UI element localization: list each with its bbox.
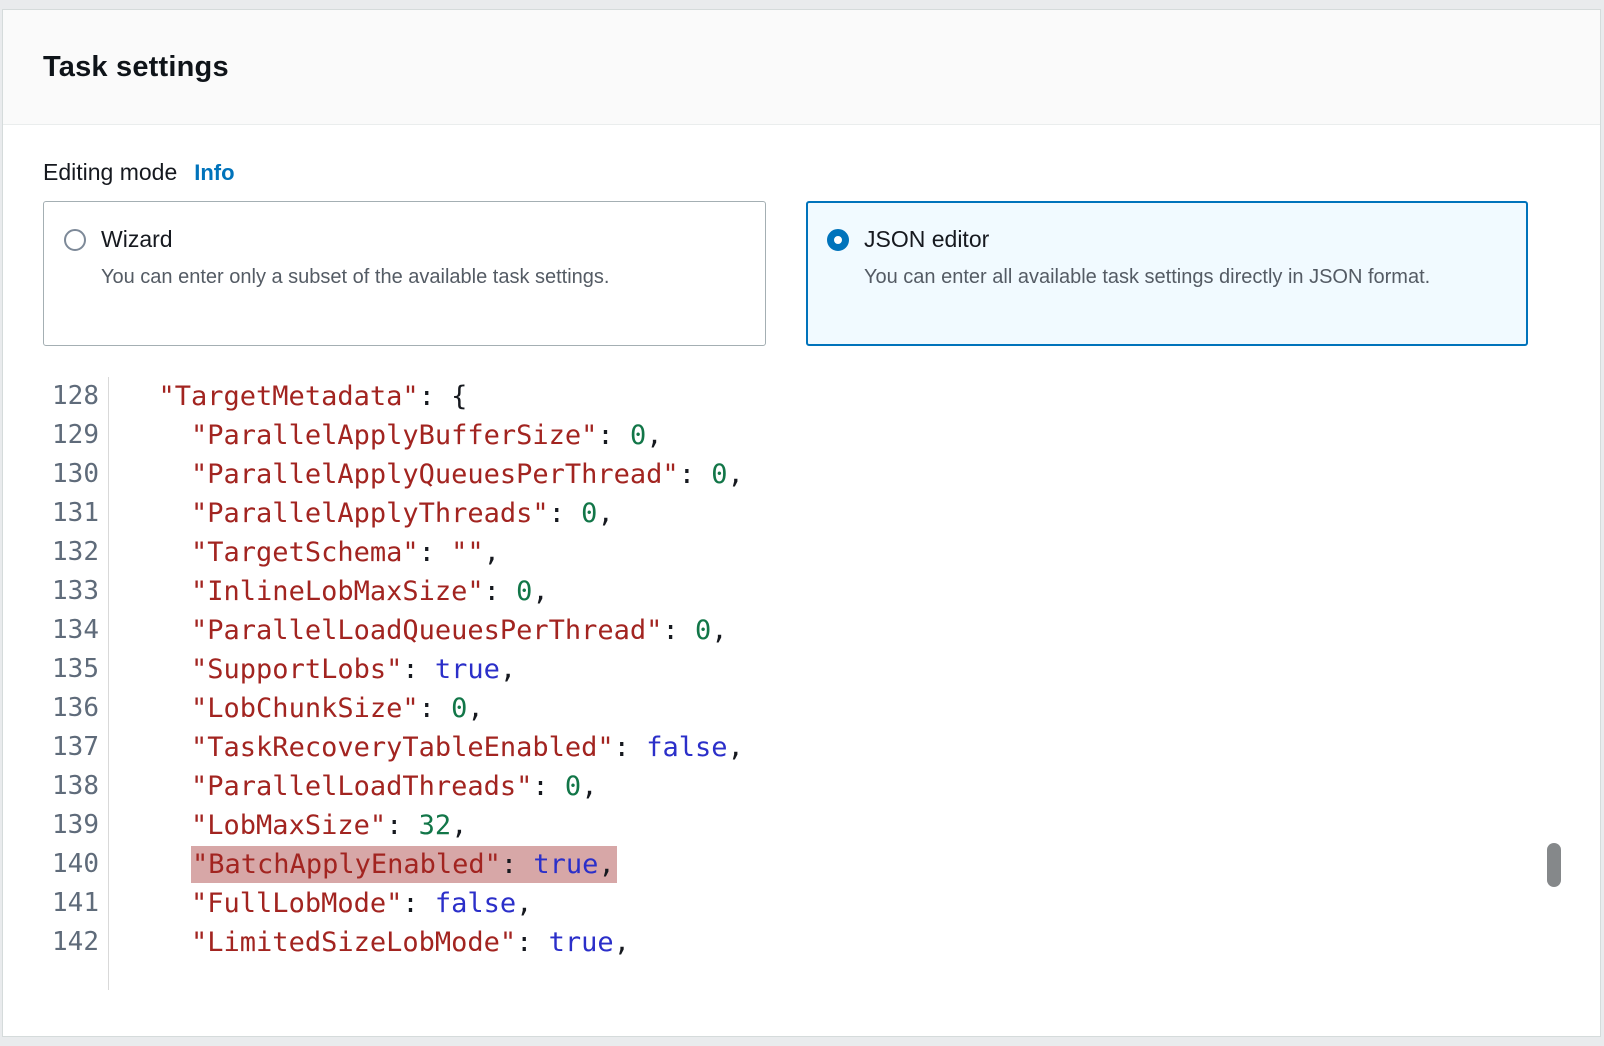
code-line: 128 "TargetMetadata": { (43, 377, 1560, 416)
editing-mode-label: Editing mode (43, 159, 177, 186)
editing-mode-options: Wizard You can enter only a subset of th… (43, 201, 1560, 346)
gutter-filler (43, 962, 1560, 990)
code-text: "ParallelLoadThreads": 0, (109, 767, 597, 806)
json-editor-option-title: JSON editor (864, 226, 1430, 253)
code-text: "FullLobMode": false, (109, 884, 532, 923)
line-number: 133 (43, 572, 109, 611)
code-line: 137 "TaskRecoveryTableEnabled": false, (43, 728, 1560, 767)
line-number: 134 (43, 611, 109, 650)
radio-wizard-unselected-icon[interactable] (64, 229, 86, 251)
radio-json-editor-selected-icon[interactable] (827, 229, 849, 251)
code-line: 129 "ParallelApplyBufferSize": 0, (43, 416, 1560, 455)
task-settings-panel: Task settings Editing mode Info Wizard Y… (2, 9, 1601, 1037)
code-text: "LimitedSizeLobMode": true, (109, 923, 630, 962)
wizard-option-title: Wizard (101, 226, 609, 253)
json-editor-option-text: JSON editor You can enter all available … (864, 226, 1430, 344)
code-text: "ParallelLoadQueuesPerThread": 0, (109, 611, 727, 650)
code-line: 139 "LobMaxSize": 32, (43, 806, 1560, 845)
editing-mode-option-json-editor[interactable]: JSON editor You can enter all available … (806, 201, 1528, 346)
line-number: 130 (43, 455, 109, 494)
line-number: 128 (43, 377, 109, 416)
code-text: "ParallelApplyBufferSize": 0, (109, 416, 662, 455)
editing-mode-option-wizard[interactable]: Wizard You can enter only a subset of th… (43, 201, 766, 346)
line-number: 135 (43, 650, 109, 689)
json-editor-option-description: You can enter all available task setting… (864, 262, 1430, 292)
line-number: 140 (43, 845, 109, 884)
code-line: 138 "ParallelLoadThreads": 0, (43, 767, 1560, 806)
highlighted-code: "BatchApplyEnabled": true, (191, 846, 617, 883)
code-text: "TaskRecoveryTableEnabled": false, (109, 728, 744, 767)
json-code-editor[interactable]: 128 "TargetMetadata": {129 "ParallelAppl… (43, 377, 1560, 990)
code-line: 132 "TargetSchema": "", (43, 533, 1560, 572)
code-lines: 128 "TargetMetadata": {129 "ParallelAppl… (43, 377, 1560, 990)
panel-body: Editing mode Info Wizard You can enter o… (3, 125, 1600, 990)
page-title: Task settings (43, 51, 229, 84)
code-line: 130 "ParallelApplyQueuesPerThread": 0, (43, 455, 1560, 494)
code-line: 140 "BatchApplyEnabled": true, (43, 845, 1560, 884)
code-text: "InlineLobMaxSize": 0, (109, 572, 549, 611)
code-text: "SupportLobs": true, (109, 650, 516, 689)
line-number: 139 (43, 806, 109, 845)
code-line: 136 "LobChunkSize": 0, (43, 689, 1560, 728)
line-number: 136 (43, 689, 109, 728)
panel-header: Task settings (3, 10, 1600, 125)
line-number: 138 (43, 767, 109, 806)
line-number: 142 (43, 923, 109, 962)
code-line: 141 "FullLobMode": false, (43, 884, 1560, 923)
code-text: "LobMaxSize": 32, (109, 806, 467, 845)
line-number: 129 (43, 416, 109, 455)
code-line: 131 "ParallelApplyThreads": 0, (43, 494, 1560, 533)
line-number: 141 (43, 884, 109, 923)
code-text: "ParallelApplyThreads": 0, (109, 494, 614, 533)
wizard-option-description: You can enter only a subset of the avail… (101, 262, 609, 292)
code-text: "ParallelApplyQueuesPerThread": 0, (109, 455, 744, 494)
code-text: "TargetMetadata": { (109, 377, 467, 416)
code-line: 133 "InlineLobMaxSize": 0, (43, 572, 1560, 611)
code-line: 142 "LimitedSizeLobMode": true, (43, 923, 1560, 962)
line-number: 132 (43, 533, 109, 572)
line-number: 131 (43, 494, 109, 533)
line-number: 137 (43, 728, 109, 767)
code-text: "BatchApplyEnabled": true, (109, 845, 617, 884)
code-line: 134 "ParallelLoadQueuesPerThread": 0, (43, 611, 1560, 650)
wizard-option-text: Wizard You can enter only a subset of th… (101, 226, 609, 345)
info-link[interactable]: Info (194, 160, 234, 186)
editing-mode-label-row: Editing mode Info (43, 159, 1560, 186)
editor-scrollbar-thumb[interactable] (1547, 843, 1561, 887)
code-line: 135 "SupportLobs": true, (43, 650, 1560, 689)
code-text: "TargetSchema": "", (109, 533, 500, 572)
code-text: "LobChunkSize": 0, (109, 689, 484, 728)
